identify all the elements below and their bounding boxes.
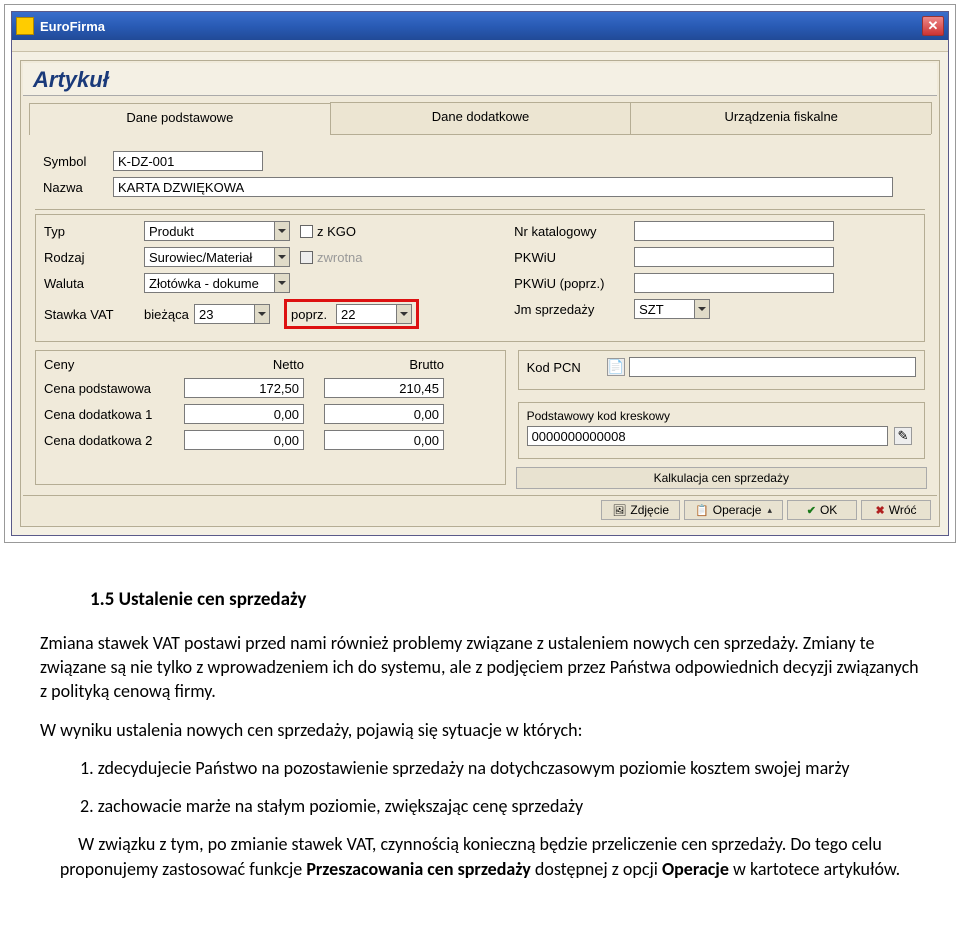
- form-area: Symbol Nazwa Typ: [23, 135, 937, 495]
- label-typ: Typ: [44, 224, 144, 239]
- lookup-icon[interactable]: 📄: [607, 358, 625, 376]
- doc-li2: 2. zachowacie marże na stałym poziomie, …: [40, 794, 920, 818]
- app-window: EuroFirma ✕ Artykuł Dane podstawowe Dane…: [11, 11, 949, 536]
- combo-biezaca[interactable]: [194, 304, 270, 324]
- screenshot-container: EuroFirma ✕ Artykuł Dane podstawowe Dane…: [4, 4, 956, 543]
- input-pkwiu[interactable]: [634, 247, 834, 267]
- bottom-toolbar: 🖼 Zdjęcie 📋 Operacje ✔ OK ✖ Wróć: [23, 495, 937, 524]
- combo-jm[interactable]: [634, 299, 710, 319]
- list-icon: 📋: [695, 504, 709, 517]
- chevron-down-icon[interactable]: [274, 247, 290, 267]
- label-biezaca: bieżąca: [144, 307, 194, 322]
- label-waluta: Waluta: [44, 276, 144, 291]
- label-nazwa: Nazwa: [43, 180, 113, 195]
- chevron-down-icon[interactable]: [274, 273, 290, 293]
- doc-p1: Zmiana stawek VAT postawi przed nami rów…: [40, 631, 920, 704]
- label-pkwiu: PKWiU: [514, 250, 634, 265]
- btn-zdjecie[interactable]: 🖼 Zdjęcie: [601, 500, 680, 520]
- image-icon: 🖼: [612, 504, 626, 517]
- header-ceny: Ceny: [44, 357, 184, 372]
- input-cena-dod1-netto[interactable]: [184, 404, 304, 424]
- label-pkwiu-poprz: PKWiU (poprz.): [514, 276, 634, 291]
- btn-operacje[interactable]: 📋 Operacje: [684, 500, 783, 520]
- header-brutto: Brutto: [324, 357, 444, 372]
- btn-wroc[interactable]: ✖ Wróć: [861, 500, 931, 520]
- label-rodzaj: Rodzaj: [44, 250, 144, 265]
- input-cena-podst-netto[interactable]: [184, 378, 304, 398]
- input-cena-dod2-brutto[interactable]: [324, 430, 444, 450]
- app-icon: [16, 17, 34, 35]
- tab-dane-podstawowe[interactable]: Dane podstawowe: [29, 103, 331, 135]
- highlight-poprz: poprz.: [284, 299, 419, 329]
- checkbox-zkgo[interactable]: z KGO: [300, 224, 356, 239]
- input-symbol[interactable]: [113, 151, 263, 171]
- input-nrkat[interactable]: [634, 221, 834, 241]
- input-cena-dod1-brutto[interactable]: [324, 404, 444, 424]
- doc-li1: 1. zdecydujecie Państwo na pozostawienie…: [40, 756, 920, 780]
- combo-waluta[interactable]: [144, 273, 290, 293]
- label-kodkresk: Podstawowy kod kreskowy: [527, 409, 916, 423]
- label-nrkat: Nr katalogowy: [514, 224, 634, 239]
- input-kodkresk[interactable]: [527, 426, 888, 446]
- doc-p3: W związku z tym, po zmianie stawek VAT, …: [40, 832, 920, 881]
- chevron-down-icon[interactable]: [274, 221, 290, 241]
- input-cena-dod2-netto[interactable]: [184, 430, 304, 450]
- label-stawka-vat: Stawka VAT: [44, 307, 144, 322]
- window-title: EuroFirma: [40, 19, 105, 34]
- document-text: 1.5 Ustalenie cen sprzedaży Zmiana stawe…: [0, 547, 960, 915]
- label-cena-dod1: Cena dodatkowa 1: [44, 407, 184, 422]
- label-symbol: Symbol: [43, 154, 113, 169]
- input-pkwiu-poprz[interactable]: [634, 273, 834, 293]
- menubar: [12, 40, 948, 52]
- combo-rodzaj[interactable]: [144, 247, 290, 267]
- label-cena-podst: Cena podstawowa: [44, 381, 184, 396]
- titlebar: EuroFirma ✕: [12, 12, 948, 40]
- input-kodpcn[interactable]: [629, 357, 916, 377]
- tabs: Dane podstawowe Dane dodatkowe Urządzeni…: [29, 102, 931, 135]
- combo-typ[interactable]: [144, 221, 290, 241]
- label-cena-dod2: Cena dodatkowa 2: [44, 433, 184, 448]
- tab-dane-dodatkowe[interactable]: Dane dodatkowe: [330, 102, 632, 134]
- panel-title: Artykuł: [23, 63, 937, 96]
- checkbox-zwrotna: zwrotna: [300, 250, 363, 265]
- check-icon: ✔: [807, 504, 816, 517]
- header-netto: Netto: [184, 357, 304, 372]
- close-button[interactable]: ✕: [922, 16, 944, 36]
- btn-ok[interactable]: ✔ OK: [787, 500, 857, 520]
- doc-p2: W wyniku ustalenia nowych cen sprzedaży,…: [40, 718, 920, 742]
- chevron-down-icon[interactable]: [694, 299, 710, 319]
- doc-heading: 1.5 Ustalenie cen sprzedaży: [90, 587, 920, 613]
- label-kodpcn: Kod PCN: [527, 360, 607, 375]
- input-cena-podst-brutto[interactable]: [324, 378, 444, 398]
- barcode-action-icon[interactable]: ✎: [894, 427, 912, 445]
- label-jm: Jm sprzedaży: [514, 302, 634, 317]
- label-poprz: poprz.: [291, 307, 336, 322]
- close-icon: ✖: [876, 504, 885, 517]
- tab-urzadzenia-fiskalne[interactable]: Urządzenia fiskalne: [630, 102, 932, 134]
- panel-artykul: Artykuł Dane podstawowe Dane dodatkowe U…: [20, 60, 940, 527]
- btn-kalkulacja[interactable]: Kalkulacja cen sprzedaży: [516, 467, 927, 489]
- chevron-down-icon[interactable]: [396, 304, 412, 324]
- combo-poprz[interactable]: [336, 304, 412, 324]
- input-nazwa[interactable]: [113, 177, 893, 197]
- chevron-down-icon[interactable]: [254, 304, 270, 324]
